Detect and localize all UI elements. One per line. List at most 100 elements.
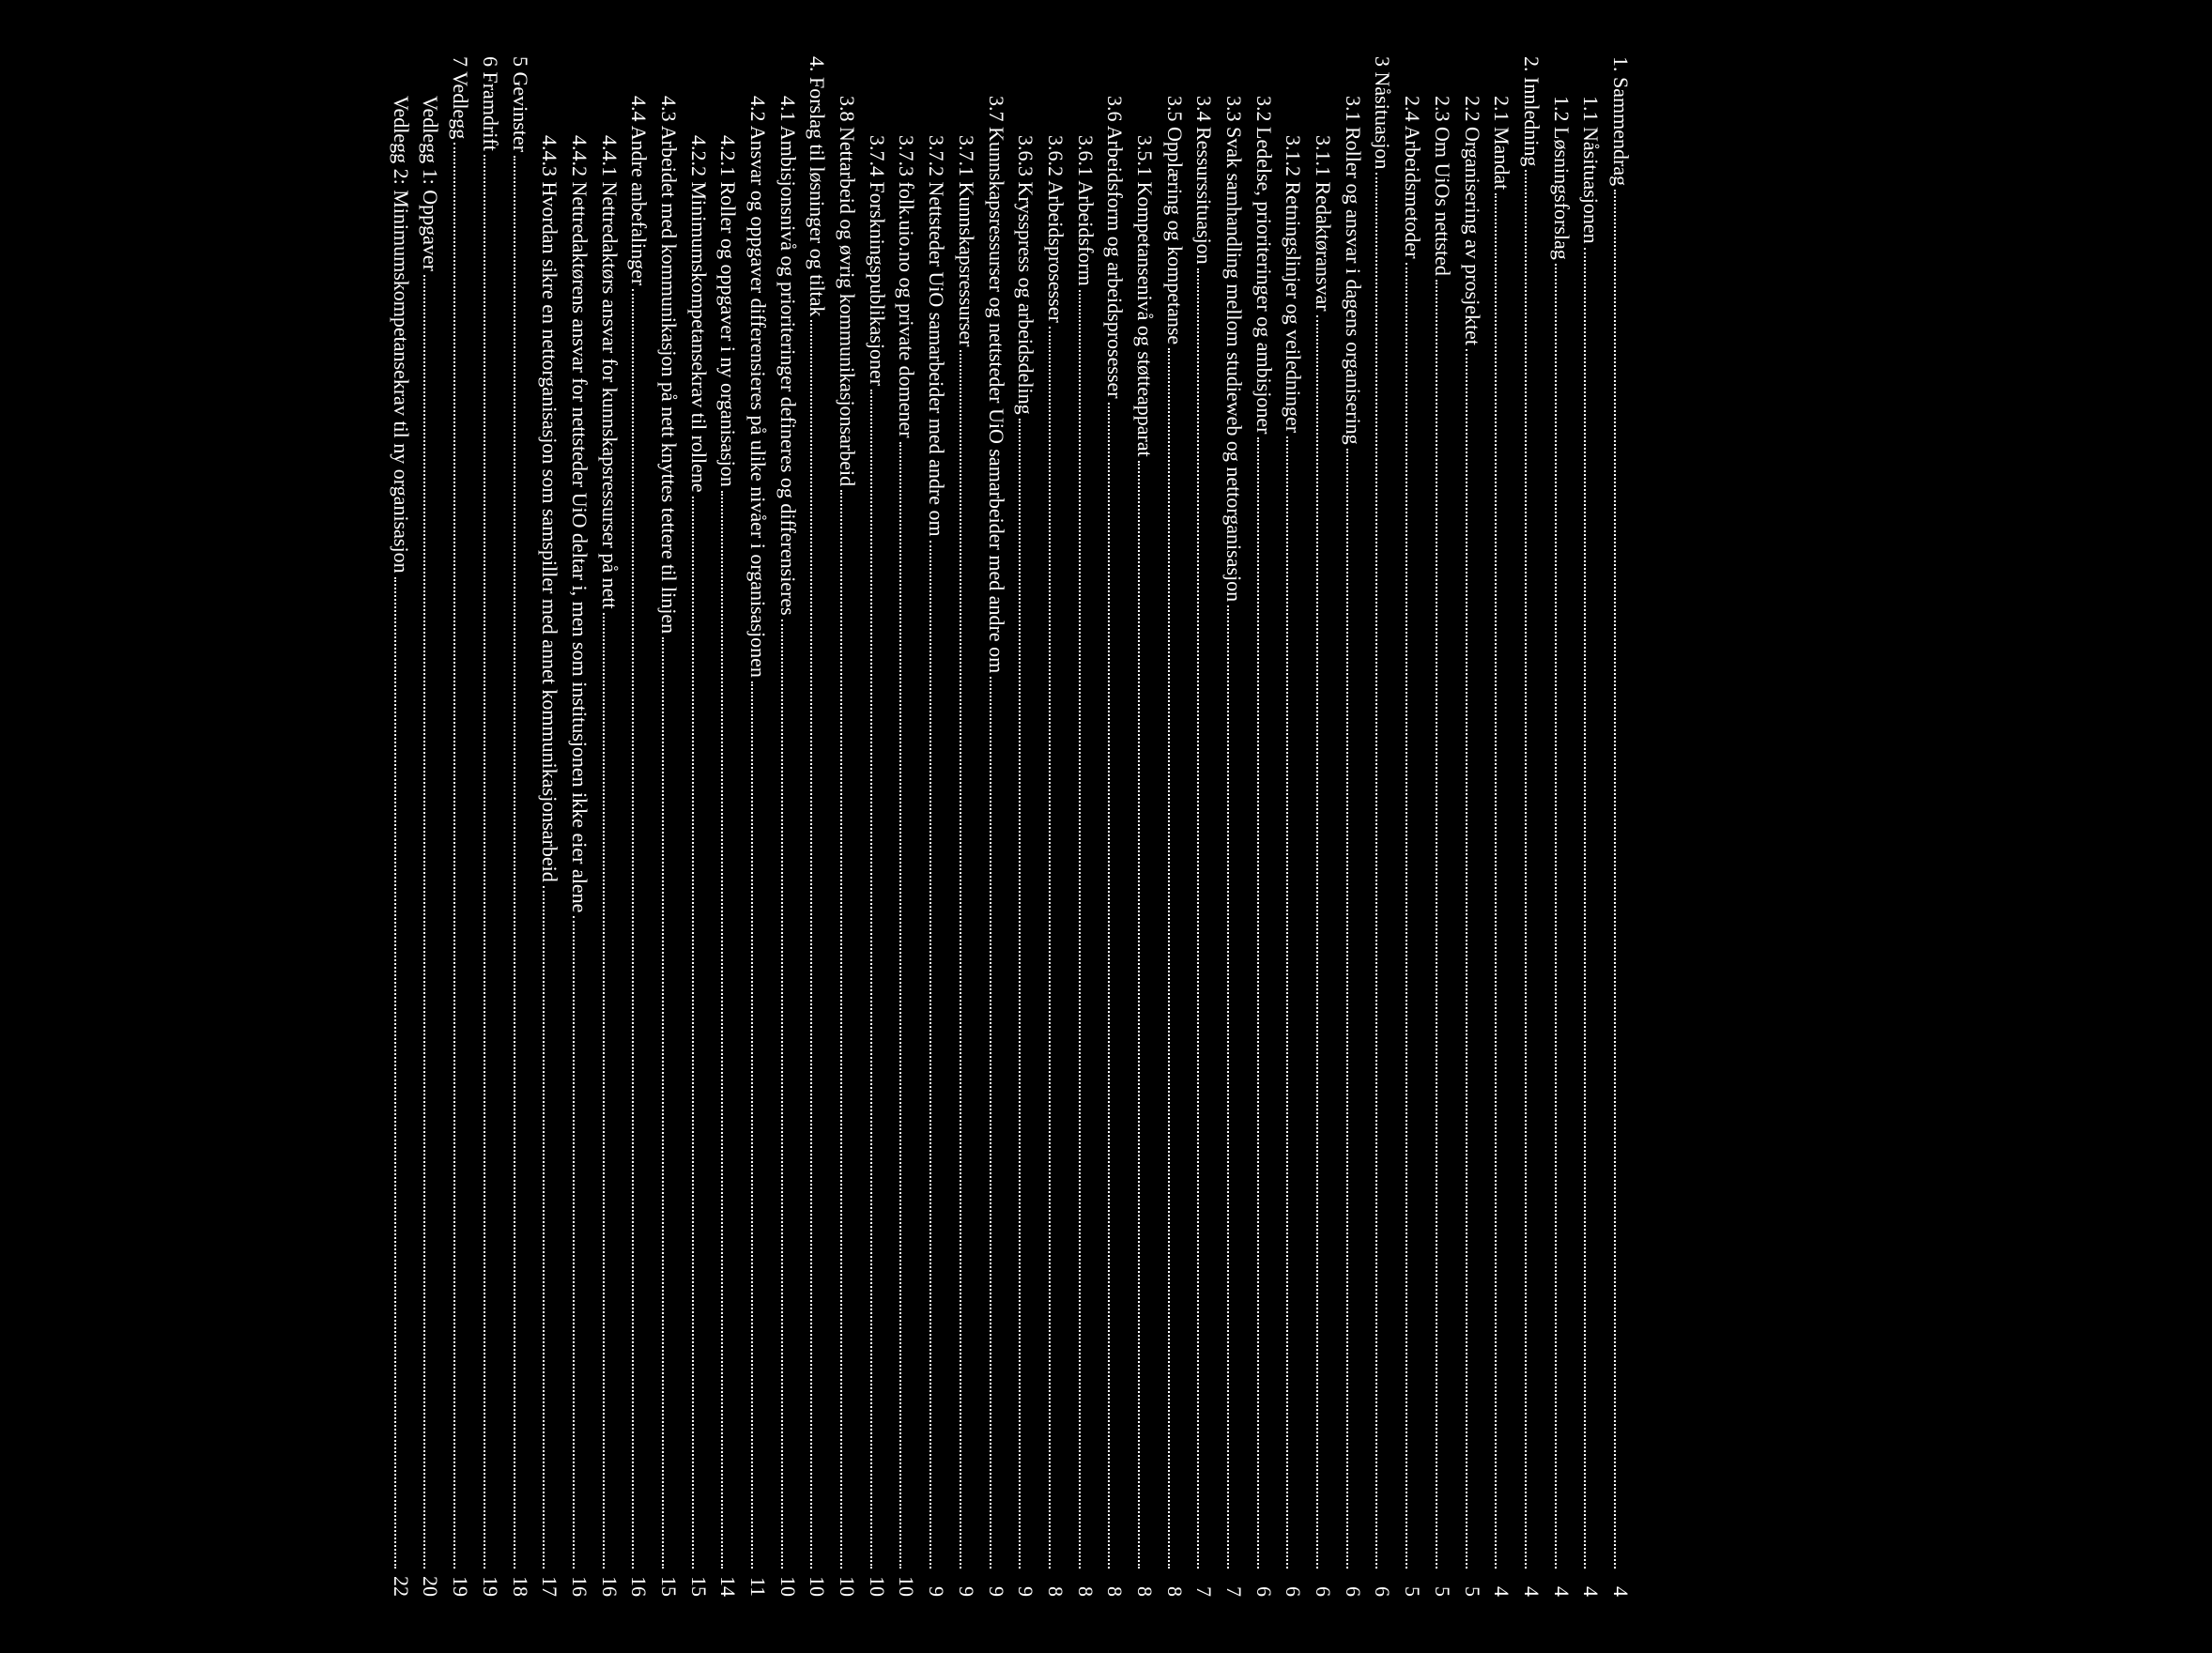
- toc-entry: 4.2.2 Minimumskompetansekrav til rollene…: [684, 56, 713, 1597]
- toc-entry-page: 8: [1041, 1572, 1069, 1597]
- toc-leader-dots: [632, 289, 651, 1569]
- toc-entry: 3.2 Ledelse, prioriteringer og ambisjone…: [1250, 56, 1278, 1597]
- toc-leader-dots: [1436, 280, 1454, 1569]
- toc-leader-dots: [1555, 264, 1574, 1569]
- toc-entry: 6 Framdrift19: [476, 56, 504, 1597]
- toc-entry: 4. Forslag til løsninger og tiltak10: [804, 56, 832, 1597]
- toc-entry-title: 4.3 Arbeidet med kommunikasjon på nett k…: [654, 96, 683, 634]
- toc-entry-title: 3.2 Ledelse, prioriteringer og ambisjone…: [1250, 96, 1278, 434]
- toc-entry-title: 4.1 Ambisjonsnivå og prioriteringer defi…: [774, 96, 802, 616]
- toc-entry: Vedlegg 2: Minimumskompetansekrav til ny…: [387, 56, 415, 1597]
- toc-leader-dots: [692, 497, 711, 1569]
- toc-entry-page: 8: [1101, 1572, 1129, 1597]
- toc-entry: 3.6.3 Krysspress og arbeidsdeling 9: [1012, 56, 1040, 1597]
- toc-entry: 3.7.2 Nettsteder UiO samarbeider med and…: [923, 56, 951, 1597]
- toc-entry-page: 4: [1488, 1572, 1516, 1597]
- toc-entry-title: 2.1 Mandat: [1488, 96, 1516, 190]
- toc-entry-title: 3.4 Ressurssituasjon: [1190, 96, 1219, 265]
- toc-entry-title: 4.2 Ansvar og oppgaver differensieres på…: [744, 96, 772, 678]
- toc-entry: 3.7 Kunnskapsressurser og nettsteder UiO…: [982, 56, 1010, 1597]
- toc-entry-title: 4.4.1 Nettredaktørs ansvar for kunnskaps…: [595, 135, 623, 609]
- toc-entry: 2.3 Om UiOs nettsted5: [1428, 56, 1456, 1597]
- toc-entry-title: 5 Gevinster: [506, 56, 534, 152]
- toc-entry: 3.5 Opplæring og kompetanse8: [1160, 56, 1189, 1597]
- toc-entry-page: 16: [565, 1572, 593, 1597]
- toc-entry: 2.4 Arbeidsmetoder5: [1399, 56, 1427, 1597]
- toc-entry-page: 4: [1577, 1572, 1605, 1597]
- toc-entry-title: 2.3 Om UiOs nettsted: [1428, 96, 1456, 276]
- toc-leader-dots: [781, 620, 800, 1569]
- toc-entry-title: 3.5 Opplæring og kompetanse: [1160, 96, 1189, 344]
- toc-leader-dots: [1138, 461, 1157, 1569]
- toc-entry: 2. Innledning4: [1517, 56, 1545, 1597]
- toc-entry: 4.4.3 Hvordan sikre en nettorganisasjon …: [536, 56, 564, 1597]
- toc-leader-dots: [1346, 449, 1365, 1569]
- toc-entry-title: Vedlegg 1: Oppgaver: [417, 96, 445, 271]
- toc-leader-dots: [1525, 170, 1544, 1569]
- toc-entry: 2.1 Mandat 4: [1488, 56, 1516, 1597]
- toc-leader-dots: [810, 320, 829, 1569]
- toc-entry-page: 8: [1130, 1572, 1159, 1597]
- toc-leader-dots: [1406, 263, 1424, 1569]
- toc-entry-title: 3.1.1 Redaktøransvar: [1309, 135, 1337, 312]
- toc-entry: 3.7.3 folk.uio.no og private domener10: [893, 56, 921, 1597]
- toc-entry: 3.7.4 Forskningspublikasjoner10: [863, 56, 891, 1597]
- toc-entry-title: 4.4 Andre anbefalinger: [625, 96, 653, 285]
- toc-entry-page: 20: [417, 1572, 445, 1597]
- toc-entry-page: 9: [982, 1572, 1010, 1597]
- toc-leader-dots: [900, 442, 919, 1569]
- toc-leader-dots: [1079, 290, 1098, 1569]
- toc-leader-dots: [721, 491, 740, 1569]
- toc-entry-page: 7: [1220, 1572, 1248, 1597]
- toc-leader-dots: [1316, 315, 1335, 1569]
- toc-leader-dots: [603, 613, 622, 1569]
- table-of-contents: 1. Sammendrag41.1 Nåsituasjonen41.2 Løsn…: [387, 56, 1635, 1597]
- toc-entry-title: 3.7.2 Nettsteder UiO samarbeider med and…: [923, 135, 951, 537]
- toc-leader-dots: [662, 637, 681, 1569]
- toc-entry: 3.1 Roller og ansvar i dagens organiseri…: [1339, 56, 1367, 1597]
- toc-entry-page: 5: [1458, 1572, 1486, 1597]
- toc-entry: Vedlegg 1: Oppgaver 20: [417, 56, 445, 1597]
- toc-entry-title: 3.7.4 Forskningspublikasjoner: [863, 135, 891, 386]
- toc-entry-page: 18: [506, 1572, 534, 1597]
- toc-entry: 3.1.2 Retningslinjer og veiledninger6: [1280, 56, 1308, 1597]
- toc-entry: 5 Gevinster 18: [506, 56, 534, 1597]
- toc-entry-page: 22: [387, 1572, 415, 1597]
- toc-entry: 3.1.1 Redaktøransvar 6: [1309, 56, 1337, 1597]
- toc-entry-page: 6: [1309, 1572, 1337, 1597]
- toc-leader-dots: [453, 143, 472, 1569]
- toc-entry: 4.3 Arbeidet med kommunikasjon på nett k…: [654, 56, 683, 1597]
- toc-entry-page: 6: [1369, 1572, 1397, 1597]
- toc-entry-title: 1. Sammendrag: [1606, 56, 1635, 186]
- toc-entry-title: Vedlegg 2: Minimumskompetansekrav til ny…: [387, 96, 415, 574]
- toc-entry: 2.2 Organisering av prosjektet5: [1458, 56, 1486, 1597]
- toc-entry-title: 3.3 Svak samhandling mellom studieweb og…: [1220, 96, 1248, 602]
- toc-entry-title: 4.4.3 Hvordan sikre en nettorganisasjon …: [536, 135, 564, 882]
- toc-entry-title: 3.6.3 Krysspress og arbeidsdeling: [1012, 135, 1040, 415]
- toc-entry-title: 4.2.2 Minimumskompetansekrav til rollene: [684, 135, 713, 493]
- toc-leader-dots: [484, 155, 502, 1569]
- toc-leader-dots: [1019, 419, 1037, 1569]
- toc-leader-dots: [1049, 327, 1068, 1569]
- toc-entry-page: 17: [536, 1572, 564, 1597]
- toc-entry-page: 9: [1012, 1572, 1040, 1597]
- toc-leader-dots: [1227, 605, 1246, 1569]
- toc-entry: 3.6 Arbeidsform og arbeidsprosesser8: [1101, 56, 1129, 1597]
- toc-entry-title: 3.5.1 Kompetansenivå og støtteapparat: [1130, 135, 1159, 457]
- toc-entry-page: 4: [1547, 1572, 1575, 1597]
- toc-entry-page: 5: [1399, 1572, 1427, 1597]
- toc-entry-page: 16: [625, 1572, 653, 1597]
- toc-entry-page: 6: [1250, 1572, 1278, 1597]
- toc-entry-page: 7: [1190, 1572, 1219, 1597]
- toc-leader-dots: [1495, 193, 1513, 1569]
- toc-entry-page: 9: [952, 1572, 980, 1597]
- toc-entry-title: 3.7.3 folk.uio.no og private domener: [893, 135, 921, 438]
- toc-entry-title: 1.1 Nåsituasjonen: [1577, 96, 1605, 244]
- toc-entry-title: 3.7.1 Kunnskapsressurser: [952, 135, 980, 346]
- toc-entry: 1. Sammendrag4: [1606, 56, 1635, 1597]
- toc-entry-title: 7 Vedlegg: [447, 56, 475, 139]
- toc-entry-title: 3.7 Kunnskapsressurser og nettsteder UiO…: [982, 96, 1010, 673]
- toc-entry: 3 Nåsituasjon6: [1369, 56, 1397, 1597]
- toc-entry: 3.6.2 Arbeidsprosesser8: [1041, 56, 1069, 1597]
- toc-entry: 4.2 Ansvar og oppgaver differensieres på…: [744, 56, 772, 1597]
